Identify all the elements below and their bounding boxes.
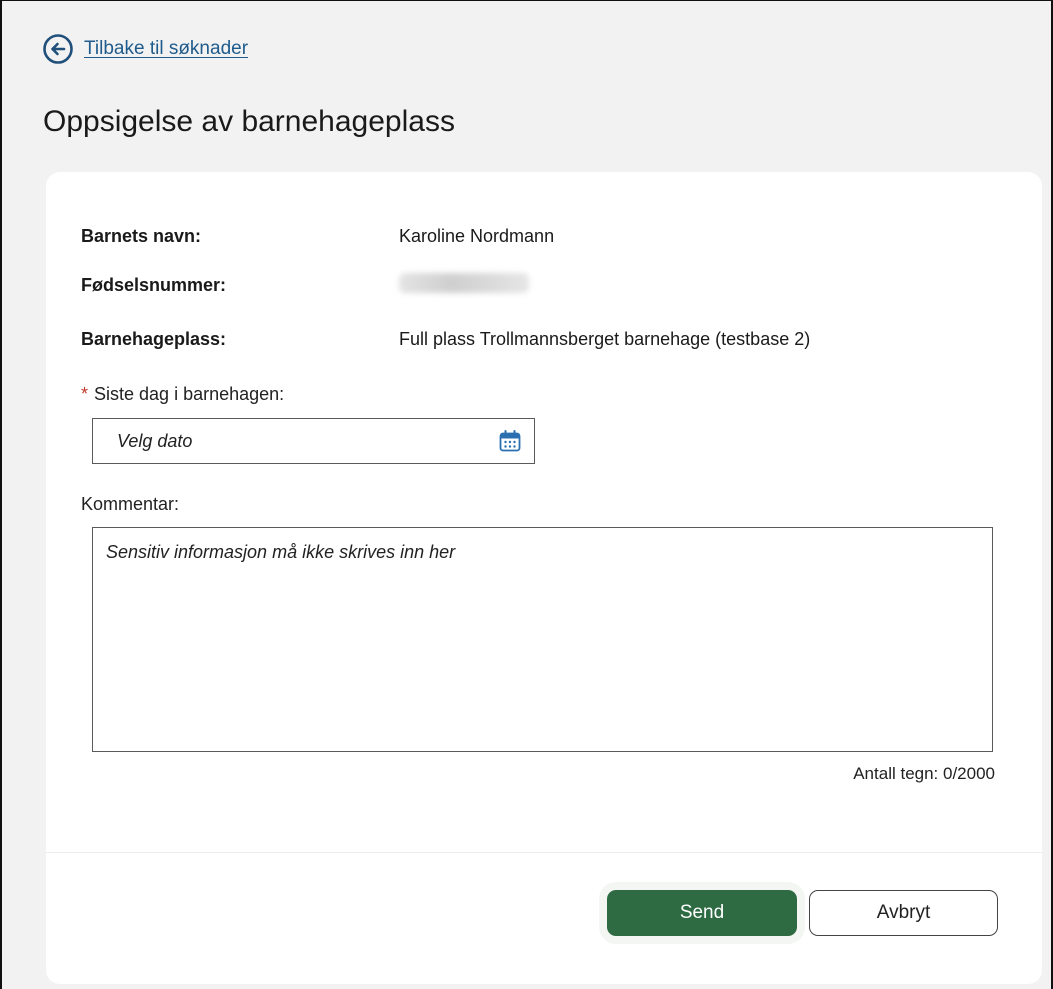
date-picker-input[interactable]: Velg dato — [92, 418, 535, 464]
back-link[interactable]: Tilbake til søknader — [42, 33, 248, 65]
char-counter: Antall tegn: 0/2000 — [853, 764, 995, 783]
child-name-value: Karoline Nordmann — [399, 226, 555, 246]
calendar-icon[interactable] — [498, 429, 522, 453]
send-button[interactable]: Send — [607, 890, 797, 936]
ssn-value-redacted — [399, 273, 529, 298]
comment-field-label: Kommentar: — [81, 494, 180, 514]
ssn-label: Fødselsnummer: — [81, 275, 227, 295]
child-name-label: Barnets navn: — [81, 226, 202, 246]
required-marker: * — [81, 384, 89, 404]
page-title: Oppsigelse av barnehageplass — [43, 105, 455, 138]
footer-divider — [46, 852, 1042, 853]
placement-label: Barnehageplass: — [81, 329, 227, 349]
comment-textarea[interactable]: Sensitiv informasjon må ikke skrives inn… — [92, 527, 993, 752]
last-day-label-text: Siste dag i barnehagen: — [94, 384, 285, 404]
form-card: Barnets navn: Karoline Nordmann Fødselsn… — [46, 172, 1042, 984]
date-placeholder: Velg dato — [117, 431, 193, 451]
comment-placeholder: Sensitiv informasjon må ikke skrives inn… — [106, 542, 456, 562]
placement-value: Full plass Trollmannsberget barnehage (t… — [399, 329, 811, 349]
arrow-left-circle-icon — [43, 34, 73, 64]
cancel-button[interactable]: Avbryt — [809, 890, 998, 936]
back-link-label[interactable]: Tilbake til søknader — [84, 38, 248, 60]
last-day-field-label: * Siste dag i barnehagen: — [81, 384, 284, 405]
